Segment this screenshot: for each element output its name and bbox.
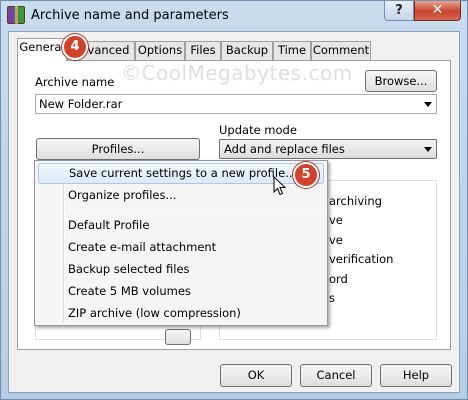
menu-item-5mb-volumes[interactable]: Create 5 MB volumes (38, 281, 324, 302)
tab-general[interactable]: General (17, 38, 67, 61)
tab-backup[interactable]: Backup (221, 41, 273, 60)
archive-name-input[interactable]: New Folder.rar (35, 94, 437, 114)
set-password-button-partial[interactable] (165, 329, 191, 345)
archive-name-label: Archive name (35, 75, 115, 89)
archive-name-value: New Folder.rar (39, 97, 123, 111)
option-text: ord (329, 272, 348, 286)
profiles-button[interactable]: Profiles... (36, 138, 200, 160)
option-text: s (329, 291, 335, 305)
help-title-button[interactable]: ? (384, 1, 414, 21)
window-title: Archive name and parameters (31, 8, 229, 23)
menu-separator (67, 209, 323, 210)
tab-files[interactable]: Files (185, 41, 221, 60)
browse-button[interactable]: Browse... (365, 70, 437, 92)
menu-item-zip-archive[interactable]: ZIP archive (low compression) (38, 303, 324, 324)
mouse-cursor-icon (273, 176, 287, 196)
option-text: ve (329, 233, 343, 247)
menu-item-backup-files[interactable]: Backup selected files (38, 259, 324, 280)
chevron-down-icon[interactable] (424, 147, 432, 152)
help-button[interactable]: Help (380, 364, 452, 387)
dialog-window: Archive name and parameters ? ✕ General … (0, 0, 468, 400)
update-mode-select[interactable]: Add and replace files (219, 139, 437, 159)
tab-comment[interactable]: Comment (311, 41, 371, 60)
step-badge-4: 4 (62, 34, 88, 60)
option-text: archiving (329, 194, 382, 208)
chevron-down-icon[interactable] (424, 102, 432, 107)
ok-button[interactable]: OK (220, 364, 292, 387)
tab-options[interactable]: Options (135, 41, 185, 60)
option-text: ve (329, 213, 343, 227)
winrar-icon (7, 6, 25, 24)
menu-item-email-attachment[interactable]: Create e-mail attachment (38, 237, 324, 258)
tab-time[interactable]: Time (273, 41, 311, 60)
update-mode-label: Update mode (219, 123, 297, 137)
step-badge-5: 5 (293, 162, 319, 188)
update-mode-value: Add and replace files (224, 142, 345, 156)
cancel-button[interactable]: Cancel (300, 364, 372, 387)
title-bar[interactable]: Archive name and parameters ? ✕ (1, 1, 467, 31)
option-text: verification (329, 252, 394, 266)
menu-item-default-profile[interactable]: Default Profile (38, 215, 324, 236)
close-button[interactable]: ✕ (414, 1, 461, 21)
